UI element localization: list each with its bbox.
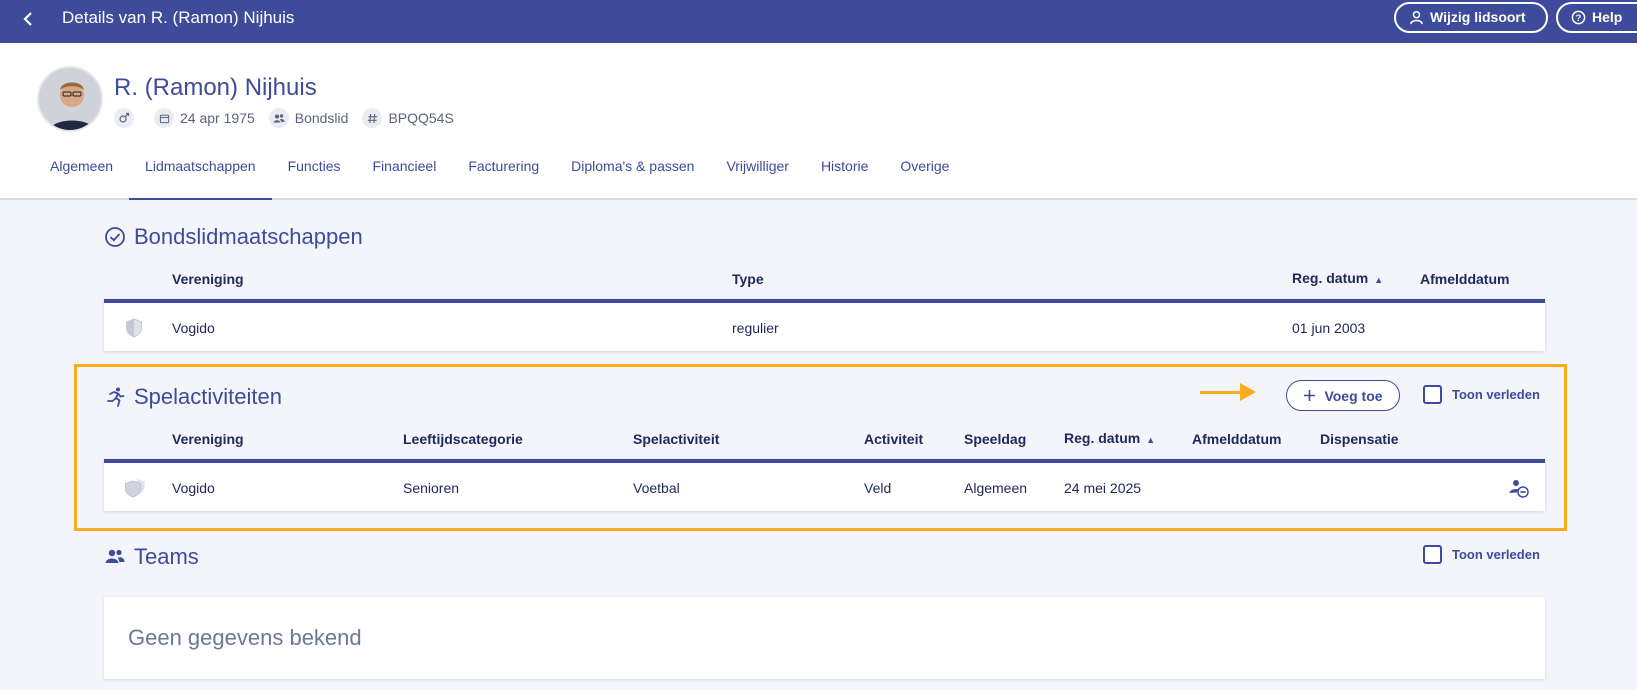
spel-cell-speeldag: Algemeen xyxy=(964,480,1028,496)
spel-table-row[interactable]: Vogido Senioren Voetbal Veld Algemeen 24… xyxy=(104,459,1545,511)
birthdate: 24 apr 1975 xyxy=(180,110,255,126)
sort-asc-icon: ▲ xyxy=(1374,275,1384,285)
gender-item xyxy=(114,108,140,128)
birthdate-item: 24 apr 1975 xyxy=(154,108,255,128)
member-code: BPQQ54S xyxy=(388,110,454,126)
voeg-toe-button[interactable]: Voeg toe xyxy=(1286,380,1400,411)
empty-state-text: Geen gegevens bekend xyxy=(128,625,362,650)
tab-vrijwilliger[interactable]: Vrijwilliger xyxy=(710,153,805,200)
spel-section-title: Spelactiviteiten xyxy=(104,384,282,410)
sort-asc-icon: ▲ xyxy=(1146,435,1156,445)
spel-cell-vereniging: Vogido xyxy=(172,480,215,496)
bond-cell-type: regulier xyxy=(732,320,779,336)
chevron-left-icon xyxy=(23,12,32,26)
bond-section-title: Bondslidmaatschappen xyxy=(104,224,363,250)
spel-header-leeftijdscategorie: Leeftijdscategorie xyxy=(403,431,523,447)
member-type: Bondslid xyxy=(294,110,349,126)
spel-header-vereniging: Vereniging xyxy=(172,431,244,447)
tab-bar: Algemeen Lidmaatschappen Functies Financ… xyxy=(34,153,965,200)
spel-header-reg-label: Reg. datum xyxy=(1064,430,1141,446)
teams-toon-verleden-checkbox[interactable] xyxy=(1423,545,1442,564)
bond-cell-vereniging: Vogido xyxy=(172,320,215,336)
hash-icon xyxy=(362,108,383,128)
wijzig-lidsoort-label: Wijzig lidsoort xyxy=(1430,9,1526,25)
top-bar: Details van R. (Ramon) Nijhuis Wijzig li… xyxy=(0,0,1637,43)
spel-header-spelactiviteit: Spelactiviteit xyxy=(633,431,720,447)
profile-meta: 24 apr 1975 Bondslid BPQQ54S xyxy=(114,108,468,128)
plus-icon xyxy=(1304,390,1316,401)
tab-overige[interactable]: Overige xyxy=(884,153,965,200)
calendar-icon xyxy=(154,108,174,128)
running-icon xyxy=(107,387,125,407)
tab-historie[interactable]: Historie xyxy=(805,153,884,200)
tab-facturering[interactable]: Facturering xyxy=(452,153,555,200)
bond-title: Bondslidmaatschappen xyxy=(134,224,363,249)
spel-header-activiteit: Activiteit xyxy=(864,431,924,447)
teams-section-title: Teams xyxy=(104,544,199,570)
tab-diplomas-passen[interactable]: Diploma's & passen xyxy=(555,153,710,200)
member-name: R. (Ramon) Nijhuis xyxy=(114,74,317,101)
bond-cell-reg-datum: 01 jun 2003 xyxy=(1292,320,1366,336)
code-item: BPQQ54S xyxy=(362,108,454,128)
spel-header-afmelddatum: Afmelddatum xyxy=(1192,431,1282,447)
users-icon xyxy=(268,108,289,128)
spel-toon-verleden-toggle[interactable]: Toon verleden xyxy=(1423,385,1540,404)
teams-title: Teams xyxy=(134,544,199,569)
spel-cell-activiteit: Veld xyxy=(864,480,892,496)
tab-algemeen[interactable]: Algemeen xyxy=(34,153,129,200)
back-button[interactable] xyxy=(18,6,38,34)
svg-text:?: ? xyxy=(1575,13,1581,23)
shield-icon xyxy=(125,318,143,341)
page-title: Details van R. (Ramon) Nijhuis xyxy=(62,8,295,27)
annotation-arrow-icon xyxy=(1240,383,1256,401)
bond-header-vereniging: Vereniging xyxy=(172,271,244,287)
spel-header-reg-datum[interactable]: Reg. datum ▲ xyxy=(1064,430,1155,446)
spel-toon-verleden-label: Toon verleden xyxy=(1452,387,1540,402)
teams-empty-card: Geen gegevens bekend xyxy=(104,597,1545,679)
spel-title: Spelactiviteiten xyxy=(134,384,282,409)
spel-cell-reg-datum: 24 mei 2025 xyxy=(1064,480,1142,496)
spel-cell-spelactiviteit: Voetbal xyxy=(633,480,680,496)
member-type-item: Bondslid xyxy=(268,108,349,128)
spel-header-dispensatie: Dispensatie xyxy=(1320,431,1399,447)
tab-functies[interactable]: Functies xyxy=(272,153,357,200)
teams-toon-verleden-label: Toon verleden xyxy=(1452,547,1540,562)
bond-header-reg-datum[interactable]: Reg. datum ▲ xyxy=(1292,270,1383,286)
user-edit-icon xyxy=(1408,10,1424,26)
profile-header: R. (Ramon) Nijhuis 24 apr 1975 Bondslid … xyxy=(0,43,1637,200)
bond-table-row[interactable]: Vogido regulier 01 jun 2003 xyxy=(104,299,1545,351)
tab-financieel[interactable]: Financieel xyxy=(357,153,453,200)
annotation-arrow-shaft xyxy=(1200,391,1242,394)
avatar xyxy=(37,66,103,132)
users-icon xyxy=(105,549,125,563)
teams-toon-verleden-toggle[interactable]: Toon verleden xyxy=(1423,545,1540,564)
user-minus-icon[interactable] xyxy=(1508,478,1530,501)
check-circle-icon xyxy=(105,227,125,247)
bond-header-reg-label: Reg. datum xyxy=(1292,270,1369,286)
bond-header-type: Type xyxy=(732,271,764,287)
spel-cell-leeftijdscategorie: Senioren xyxy=(403,480,460,496)
help-button[interactable]: ? Help xyxy=(1556,2,1637,33)
bond-header-afmelddatum: Afmelddatum xyxy=(1420,271,1510,287)
male-icon xyxy=(114,108,134,128)
spel-header-speeldag: Speeldag xyxy=(964,431,1027,447)
spel-toon-verleden-checkbox[interactable] xyxy=(1423,385,1442,404)
question-circle-icon: ? xyxy=(1570,10,1586,26)
voeg-toe-label: Voeg toe xyxy=(1324,387,1383,404)
wijzig-lidsoort-button[interactable]: Wijzig lidsoort xyxy=(1394,2,1548,33)
tab-lidmaatschappen[interactable]: Lidmaatschappen xyxy=(129,153,272,200)
help-label: Help xyxy=(1592,9,1623,25)
shields-icon xyxy=(124,478,146,501)
